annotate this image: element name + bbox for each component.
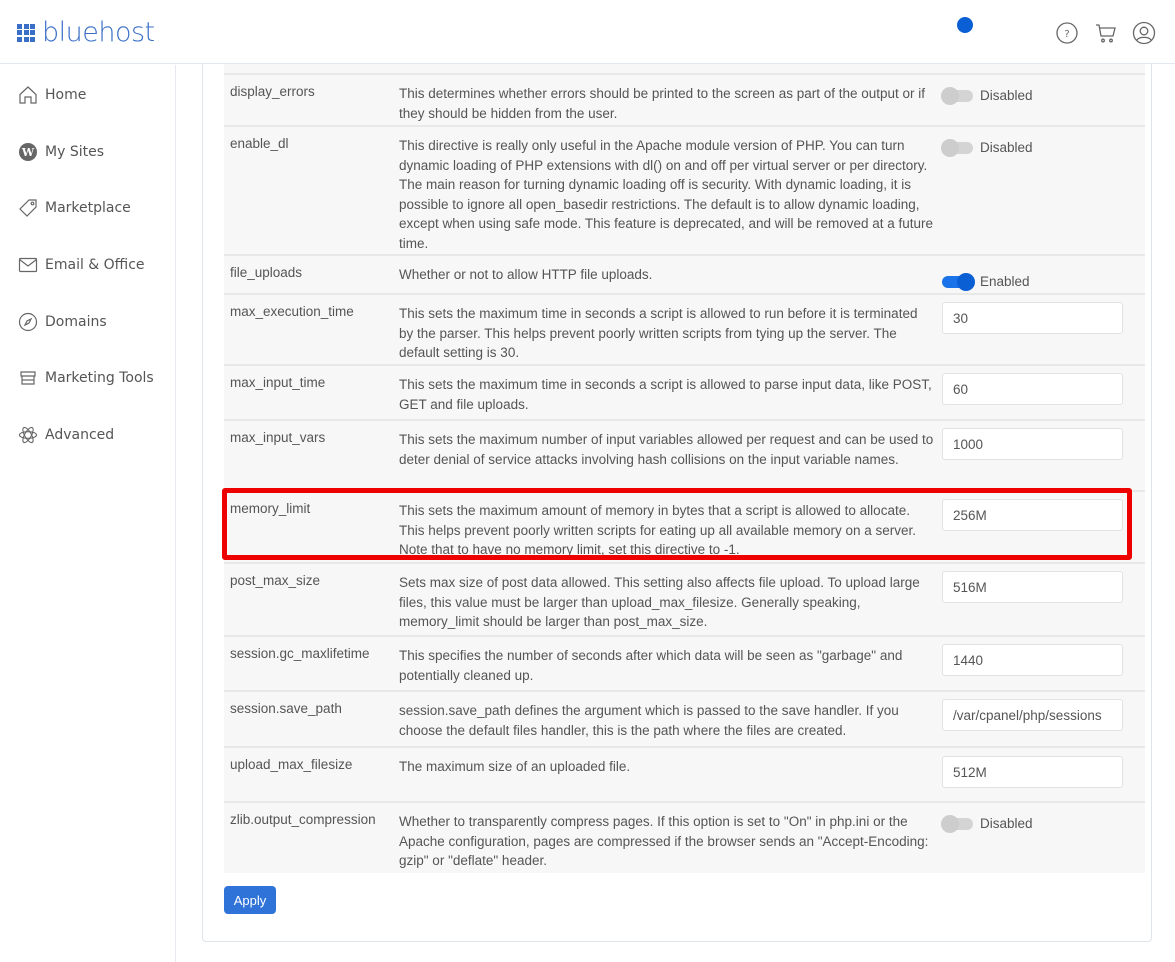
cart-icon[interactable]: [1094, 21, 1118, 45]
table-row: session.gc_maxlifetime This specifies th…: [224, 637, 1145, 692]
compass-icon: [18, 312, 38, 332]
toggle-state-label: Disabled: [980, 816, 1033, 831]
directive-description: The maximum size of an uploaded file.: [399, 759, 631, 774]
php-directives-table: display_errors This determines whether e…: [224, 64, 1145, 873]
sidebar-item-label: Home: [45, 87, 87, 103]
directive-name: max_execution_time: [230, 304, 354, 319]
directive-description: Whether or not to allow HTTP file upload…: [399, 267, 653, 282]
svg-text:W: W: [21, 146, 35, 159]
svg-text:?: ?: [1064, 29, 1069, 40]
session-save-path-input[interactable]: [942, 699, 1123, 731]
upload-max-filesize-input[interactable]: [942, 756, 1123, 788]
php-settings-card: display_errors This determines whether e…: [202, 64, 1152, 942]
max-input-vars-input[interactable]: [942, 428, 1123, 460]
zlib-output-compression-toggle[interactable]: Disabled: [941, 814, 1033, 833]
sidebar-item-label: Advanced: [45, 427, 115, 443]
table-row: file_uploads Whether or not to allow HTT…: [224, 256, 1145, 295]
directive-description: Whether to transparently compress pages.…: [399, 814, 929, 868]
directive-description: session.save_path defines the argument w…: [399, 703, 899, 738]
post-max-size-input[interactable]: [942, 571, 1123, 603]
max-execution-time-input[interactable]: [942, 302, 1123, 334]
toggle-state-label: Disabled: [980, 140, 1033, 155]
enable-dl-toggle[interactable]: Disabled: [941, 138, 1033, 157]
directive-description: This specifies the number of seconds aft…: [399, 648, 903, 683]
directive-name: display_errors: [230, 84, 315, 99]
logo-grid-icon: [17, 23, 35, 42]
sidebar-item-home[interactable]: Home: [18, 84, 86, 106]
sidebar-nav: Home W My Sites Marketplace Email & Offi…: [0, 65, 176, 962]
table-row: zlib.output_compression Whether to trans…: [224, 803, 1145, 873]
top-header: bluehost ?: [0, 0, 1175, 64]
sidebar-item-label: Domains: [45, 314, 107, 330]
directive-name: enable_dl: [230, 136, 289, 151]
table-row: session.save_path session.save_path defi…: [224, 692, 1145, 748]
wordpress-icon: W: [18, 142, 38, 162]
directive-name: file_uploads: [230, 265, 303, 280]
directive-name: post_max_size: [230, 573, 321, 588]
sidebar-item-label: My Sites: [45, 144, 104, 160]
tag-icon: [18, 198, 38, 218]
table-row: max_input_time This sets the maximum tim…: [224, 366, 1145, 421]
brand-name: bluehost: [42, 17, 155, 48]
atom-icon: [18, 425, 38, 445]
sidebar-item-label: Marketplace: [45, 200, 131, 216]
sidebar-item-advanced[interactable]: Advanced: [18, 424, 114, 446]
sidebar-item-my-sites[interactable]: W My Sites: [18, 141, 104, 163]
bluehost-logo[interactable]: bluehost: [17, 17, 155, 48]
help-icon[interactable]: ?: [1055, 21, 1079, 45]
home-icon: [18, 85, 38, 105]
directive-name: memory_limit: [230, 501, 311, 516]
toggle-state-label: Enabled: [980, 274, 1030, 289]
sidebar-item-marketplace[interactable]: Marketplace: [18, 197, 131, 219]
toggle-state-label: Disabled: [980, 88, 1033, 103]
table-row: post_max_size Sets max size of post data…: [224, 564, 1145, 637]
directive-description: This sets the maximum time in seconds a …: [399, 306, 918, 360]
directive-description: This sets the maximum time in seconds a …: [399, 377, 932, 412]
directive-description: Sets max size of post data allowed. This…: [399, 575, 920, 629]
memory-limit-input[interactable]: [942, 499, 1123, 531]
directive-description: This sets the maximum amount of memory i…: [399, 503, 916, 557]
table-row-clipped: [224, 64, 1145, 75]
file-uploads-toggle[interactable]: Enabled: [942, 272, 1030, 291]
directive-description: This sets the maximum number of input va…: [399, 432, 934, 467]
account-icon[interactable]: [1132, 21, 1156, 45]
sidebar-item-email-office[interactable]: Email & Office: [18, 254, 145, 276]
directive-description: This determines whether errors should be…: [399, 86, 926, 121]
table-row: enable_dl This directive is really only …: [224, 127, 1145, 256]
directive-name: upload_max_filesize: [230, 757, 353, 772]
table-row-memory-limit: memory_limit This sets the maximum amoun…: [224, 492, 1145, 564]
store-icon: [18, 368, 38, 388]
directive-name: session.gc_maxlifetime: [230, 646, 370, 661]
apply-button[interactable]: Apply: [224, 886, 276, 914]
directive-name: max_input_time: [230, 375, 326, 390]
max-input-time-input[interactable]: [942, 373, 1123, 405]
display-errors-toggle[interactable]: Disabled: [941, 86, 1033, 105]
directive-name: zlib.output_compression: [230, 812, 376, 827]
directive-name: session.save_path: [230, 701, 342, 716]
sidebar-item-label: Email & Office: [45, 257, 145, 273]
sidebar-item-label: Marketing Tools: [45, 370, 154, 386]
table-row: max_execution_time This sets the maximum…: [224, 295, 1145, 366]
session-gc-maxlifetime-input[interactable]: [942, 644, 1123, 676]
table-row: max_input_vars This sets the maximum num…: [224, 421, 1145, 492]
sidebar-item-marketing-tools[interactable]: Marketing Tools: [18, 367, 154, 389]
directive-name: max_input_vars: [230, 430, 326, 445]
sidebar-item-domains[interactable]: Domains: [18, 311, 107, 333]
table-row: upload_max_filesize The maximum size of …: [224, 748, 1145, 803]
directive-description: This directive is really only useful in …: [399, 138, 934, 251]
status-indicator-dot: [957, 17, 973, 33]
mail-icon: [18, 255, 38, 275]
table-row: display_errors This determines whether e…: [224, 75, 1145, 127]
